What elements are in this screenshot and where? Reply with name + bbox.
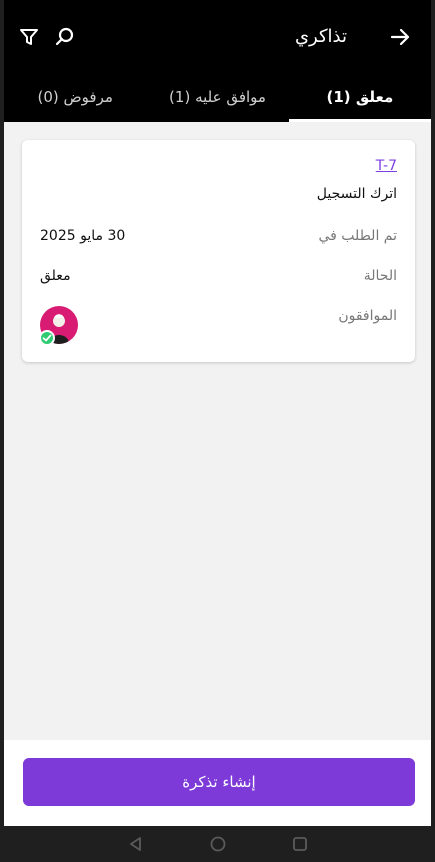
- tab-approved[interactable]: موافق عليه (1): [146, 72, 288, 122]
- requested-date: 30 مايو 2025: [40, 228, 126, 244]
- app-header: تذاكري معلق (1) موافق عليه (1) مرفوض (0): [4, 0, 432, 122]
- app-screen: تذاكري معلق (1) موافق عليه (1) مرفوض (0)…: [0, 0, 435, 862]
- system-back-button[interactable]: [124, 832, 148, 856]
- approved-check-badge: [39, 330, 55, 346]
- filter-icon: [20, 29, 38, 45]
- search-icon: [55, 27, 74, 46]
- system-navigation-bar: [0, 826, 435, 862]
- tab-rejected[interactable]: مرفوض (0): [4, 72, 146, 122]
- check-icon: [42, 334, 52, 342]
- create-ticket-button[interactable]: إنشاء تذكرة: [23, 758, 415, 806]
- ticket-subject: اترك التسجيل: [316, 186, 397, 202]
- bottom-action-bar: إنشاء تذكرة: [4, 740, 431, 826]
- filter-button[interactable]: [14, 22, 44, 52]
- ticket-tabs: معلق (1) موافق عليه (1) مرفوض (0): [4, 72, 432, 122]
- system-recents-button[interactable]: [288, 832, 312, 856]
- status-value: معلق: [40, 268, 71, 284]
- ticket-id-link[interactable]: T-7: [376, 158, 397, 174]
- back-button[interactable]: [385, 22, 415, 52]
- search-button[interactable]: [50, 22, 80, 52]
- ticket-card[interactable]: T-7 اترك التسجيل تم الطلب في 30 مايو 202…: [22, 140, 415, 362]
- tab-pending[interactable]: معلق (1): [288, 72, 432, 122]
- arrow-right-icon: [390, 28, 410, 46]
- back-triangle-icon: [129, 837, 141, 851]
- home-circle-icon: [210, 836, 225, 852]
- approvers-label: الموافقون: [338, 308, 397, 324]
- page-title: تذاكري: [294, 26, 347, 47]
- system-home-button[interactable]: [206, 832, 230, 856]
- requested-label: تم الطلب في: [318, 228, 398, 244]
- status-label: الحالة: [363, 268, 397, 284]
- recents-square-icon: [292, 837, 307, 851]
